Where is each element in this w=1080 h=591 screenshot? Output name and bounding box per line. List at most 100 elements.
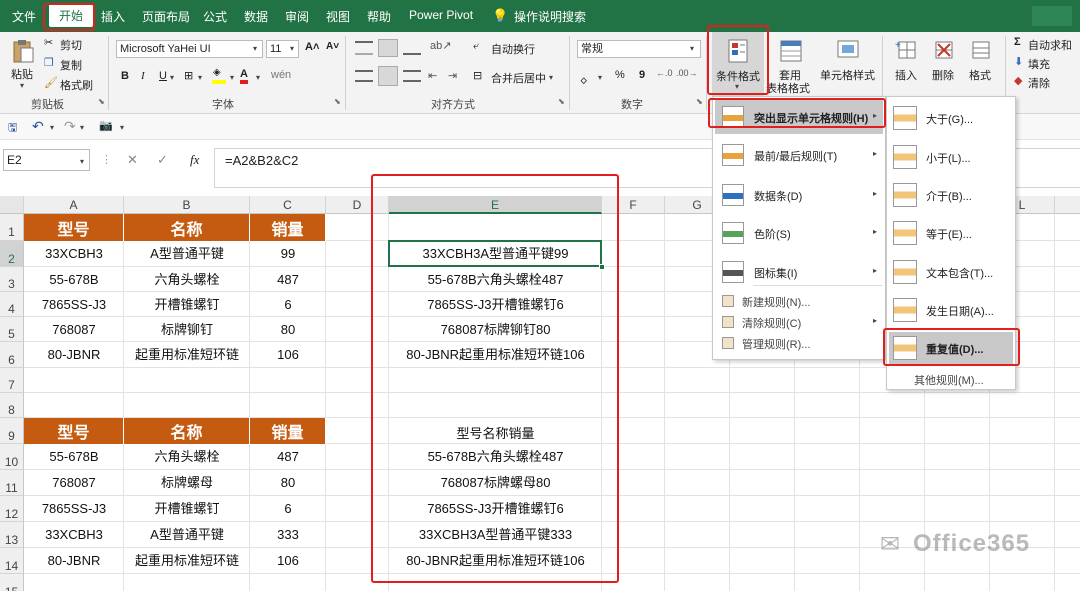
indent-increase-icon[interactable]: ⇥ [448, 69, 457, 82]
format-as-table-label[interactable]: 表格格式 [766, 80, 810, 96]
menu-item-2[interactable]: 数据条(D) [754, 188, 802, 204]
wrap-text-button[interactable]: 自动换行 [491, 41, 535, 57]
select-all-corner[interactable] [0, 196, 24, 214]
column-header-a[interactable]: A [24, 196, 124, 214]
table-cell[interactable]: 6 [250, 496, 326, 522]
tab-file[interactable]: 文件 [12, 8, 36, 25]
chevron-down-icon[interactable]: ▾ [256, 73, 260, 82]
table-cell[interactable]: 768087 [24, 317, 124, 342]
increase-decimal-icon[interactable]: ←.0 [656, 68, 673, 78]
table-cell[interactable]: 33XCBH3 [24, 522, 124, 548]
align-top-icon[interactable] [355, 41, 373, 55]
submenu-item-5[interactable]: 发生日期(A)... [926, 303, 994, 319]
format-as-table-icon[interactable] [779, 38, 803, 64]
chevron-down-icon[interactable]: ▾ [50, 123, 54, 132]
percent-button[interactable]: % [615, 69, 625, 81]
table-cell[interactable]: 起重用标准短环链 [124, 342, 250, 368]
row-header-13[interactable]: 13 [0, 522, 24, 548]
copy-button[interactable]: 复制 [60, 57, 82, 73]
phonetic-icon[interactable]: wén [271, 69, 291, 81]
table-cell[interactable]: 六角头螺栓 [124, 267, 250, 292]
tab-page-layout[interactable]: 页面布局 [142, 8, 190, 25]
menu-item-small-2[interactable]: 管理规则(R)... [742, 336, 810, 352]
insert-function-button[interactable]: fx [190, 152, 199, 168]
align-center-icon[interactable] [378, 66, 398, 86]
tab-power-pivot[interactable]: Power Pivot [409, 8, 473, 22]
undo-icon[interactable]: ↶ [32, 118, 44, 135]
tab-view[interactable]: 视图 [326, 8, 350, 25]
tab-insert[interactable]: 插入 [101, 8, 125, 25]
chevron-down-icon[interactable]: ▾ [20, 81, 24, 90]
delete-cells-icon[interactable] [932, 38, 956, 62]
increase-font-icon[interactable]: A˄ [305, 41, 319, 53]
table-cell[interactable]: 80-JBNR [24, 548, 124, 574]
camera-icon[interactable]: 📷 [99, 119, 113, 132]
clear-button[interactable]: 清除 [1028, 75, 1050, 91]
customize-qat-icon[interactable]: ▾ [120, 123, 124, 132]
decrease-font-icon[interactable]: A˅ [326, 41, 339, 52]
row-header-5[interactable]: 5 [0, 317, 24, 342]
table-cell[interactable]: 标牌螺母 [124, 470, 250, 496]
save-icon[interactable]: 🖫 [8, 119, 17, 138]
table-cell[interactable]: 99 [250, 241, 326, 267]
table-cell[interactable]: 6 [250, 292, 326, 317]
chevron-down-icon[interactable]: ▾ [170, 73, 174, 82]
align-right-icon[interactable] [403, 70, 421, 82]
row-header-1[interactable]: 1 [0, 214, 24, 241]
menu-item-small-1[interactable]: 清除规则(C) [742, 315, 801, 331]
chevron-down-icon[interactable]: ▾ [690, 44, 694, 53]
number-format-select[interactable]: 常规 [577, 40, 701, 58]
column-header-c[interactable]: C [250, 196, 326, 214]
tab-formulas[interactable]: 公式 [203, 8, 227, 25]
table-cell[interactable]: 7865SS-J3 [24, 496, 124, 522]
underline-button[interactable]: U [159, 70, 167, 82]
cancel-icon[interactable]: ✕ [127, 152, 138, 168]
format-painter-button[interactable]: 格式刷 [60, 77, 93, 93]
table-cell[interactable]: 80 [250, 470, 326, 496]
table-cell[interactable]: 487 [250, 444, 326, 470]
table-cell[interactable]: 33XCBH3 [24, 241, 124, 267]
format-cells-icon[interactable] [969, 38, 993, 62]
tab-data[interactable]: 数据 [244, 8, 268, 25]
table-cell[interactable]: 80 [250, 317, 326, 342]
menu-item-4[interactable]: 图标集(I) [754, 265, 797, 281]
row-header-9[interactable]: 9 [0, 418, 24, 444]
row-header-4[interactable]: 4 [0, 292, 24, 317]
table-cell[interactable]: A型普通平键 [124, 241, 250, 267]
bold-button[interactable]: B [121, 70, 129, 82]
submenu-item-4[interactable]: 文本包含(T)... [926, 265, 993, 281]
decrease-decimal-icon[interactable]: .00→ [676, 68, 698, 78]
align-middle-icon[interactable] [378, 39, 398, 57]
currency-icon[interactable]: 🝔 [580, 69, 588, 91]
chevron-down-icon[interactable]: ▾ [80, 157, 84, 166]
format-button[interactable]: 格式 [969, 67, 991, 83]
column-header-m[interactable]: M [1055, 196, 1080, 214]
name-box[interactable]: E2 [3, 149, 90, 171]
column-header-b[interactable]: B [124, 196, 250, 214]
table-cell[interactable]: 768087 [24, 470, 124, 496]
enter-icon[interactable]: ✓ [157, 152, 168, 168]
redo-icon[interactable]: ↷ [64, 118, 76, 135]
row-header-12[interactable]: 12 [0, 496, 24, 522]
table-cell[interactable]: 55-678B [24, 267, 124, 292]
autosum-button[interactable]: 自动求和 [1028, 37, 1072, 53]
delete-button[interactable]: 删除 [932, 67, 954, 83]
table-cell[interactable]: 80-JBNR [24, 342, 124, 368]
table-cell[interactable]: 55-678B [24, 444, 124, 470]
row-header-8[interactable]: 8 [0, 393, 24, 418]
cut-button[interactable]: 剪切 [60, 37, 82, 53]
row-header-14[interactable]: 14 [0, 548, 24, 574]
italic-button[interactable]: I [141, 70, 145, 82]
table-cell[interactable]: 开槽锥螺钉 [124, 292, 250, 317]
table-cell[interactable]: 六角头螺栓 [124, 444, 250, 470]
row-header-10[interactable]: 10 [0, 444, 24, 470]
chevron-down-icon[interactable]: ▾ [549, 73, 553, 82]
row-header-11[interactable]: 11 [0, 470, 24, 496]
row-header-2[interactable]: 2 [0, 241, 24, 267]
border-icon[interactable]: ⊞ [184, 69, 193, 82]
tab-help[interactable]: 帮助 [367, 8, 391, 25]
table-cell[interactable]: 标牌铆钉 [124, 317, 250, 342]
indent-decrease-icon[interactable]: ⇤ [428, 69, 437, 82]
orientation-icon[interactable]: ab↗ [430, 39, 451, 52]
submenu-item-3[interactable]: 等于(E)... [926, 226, 972, 242]
